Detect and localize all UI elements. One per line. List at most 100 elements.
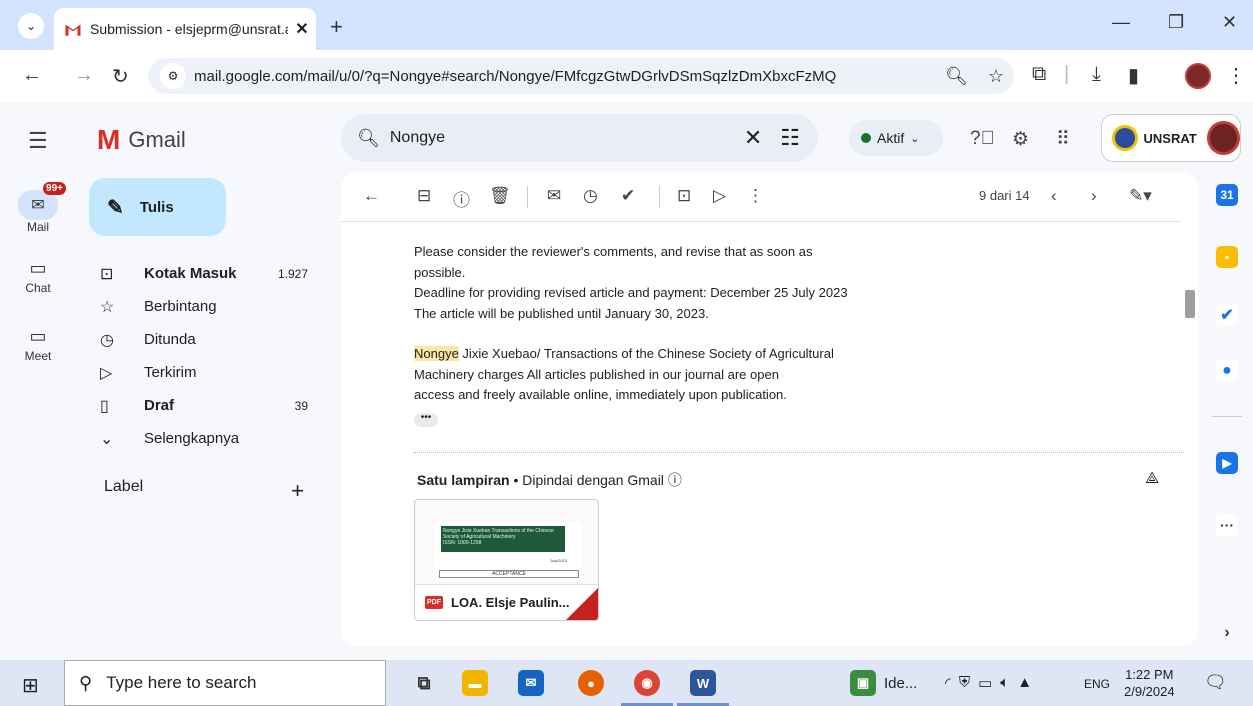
search-bar[interactable]: 🔍︎ Nongye ✕ ☷ bbox=[341, 114, 818, 162]
taskbar-clock[interactable]: 1:22 PM 2/9/2024 bbox=[1124, 666, 1175, 700]
pencil-icon: ✎ bbox=[107, 196, 124, 219]
browser-menu-icon[interactable]: ⋮ bbox=[1226, 63, 1246, 88]
side-panel-icon[interactable]: ▮ bbox=[1128, 63, 1139, 88]
message-scrollbar[interactable] bbox=[1185, 290, 1195, 318]
tasks-icon[interactable]: ✔ bbox=[1216, 304, 1238, 326]
nav-item-starred[interactable]: ☆ Berbintang bbox=[100, 290, 320, 323]
forward-icon[interactable]: → bbox=[74, 64, 94, 87]
body-line: Machinery charges All articles published… bbox=[414, 366, 779, 382]
back-to-list-icon[interactable]: ← bbox=[363, 186, 380, 206]
windows-start-icon[interactable]: ⊞ bbox=[22, 673, 39, 698]
pdf-icon: PDF bbox=[425, 596, 443, 609]
tab-search-button[interactable]: ⌄ bbox=[18, 13, 44, 39]
contacts-icon[interactable]: ● bbox=[1216, 360, 1238, 382]
show-trimmed-content-button[interactable]: ••• bbox=[414, 413, 438, 427]
taskbar-search[interactable]: ⚲ Type here to search bbox=[64, 660, 386, 706]
browser-profile-avatar[interactable] bbox=[1185, 63, 1211, 89]
snooze-icon[interactable]: ◷ bbox=[583, 186, 598, 206]
status-selector[interactable]: Aktif ⌄ bbox=[849, 120, 943, 156]
chevron-down-icon: ⌄ bbox=[100, 430, 114, 448]
body-line: Please consider the reviewer's comments,… bbox=[414, 244, 813, 259]
archive-icon[interactable]: ⊟ bbox=[417, 186, 431, 206]
close-window-icon[interactable]: ✕ bbox=[1222, 12, 1237, 33]
chat-icon: ▭ bbox=[29, 258, 47, 278]
account-avatar[interactable] bbox=[1206, 121, 1240, 155]
tab-close-icon[interactable]: ✕ bbox=[288, 19, 316, 39]
volume-icon[interactable]: 🔈︎ bbox=[1000, 674, 1009, 692]
keep-icon[interactable]: ▪ bbox=[1216, 246, 1238, 268]
add-label-icon[interactable]: + bbox=[291, 478, 304, 504]
firefox-icon[interactable]: ● bbox=[578, 670, 604, 696]
delete-icon[interactable]: 🗑︎ bbox=[489, 186, 511, 206]
browser-tab[interactable]: Submission - elsjeprm@unsrat.a ✕ bbox=[54, 8, 316, 50]
side-panel-divider bbox=[1212, 416, 1242, 417]
help-icon[interactable]: ?⃝ bbox=[970, 128, 995, 150]
label-icon[interactable]: ▷ bbox=[713, 186, 726, 206]
account-chip[interactable]: UNSRAT bbox=[1101, 114, 1241, 162]
newer-icon[interactable]: ‹ bbox=[1051, 186, 1057, 206]
nav-item-label: Berbintang bbox=[144, 298, 217, 315]
ide-app-label[interactable]: Ide... bbox=[884, 675, 917, 692]
body-line: The article will be published until Janu… bbox=[414, 305, 709, 321]
compose-button[interactable]: ✎ Tulis bbox=[89, 178, 226, 236]
language-indicator[interactable]: ENG bbox=[1084, 677, 1110, 691]
info-icon[interactable]: ⓘ bbox=[668, 472, 682, 488]
task-view-icon[interactable]: ⧉ bbox=[411, 670, 437, 696]
search-options-icon[interactable]: ☷ bbox=[780, 125, 800, 151]
word-icon[interactable]: W bbox=[690, 670, 716, 696]
zoom-app-icon[interactable]: ▶ bbox=[1216, 452, 1238, 474]
message-body: Please consider the reviewer's comments,… bbox=[414, 242, 914, 406]
nav-item-sent[interactable]: ▷ Terkirim bbox=[100, 356, 320, 389]
file-explorer-icon[interactable]: ▬ bbox=[462, 670, 488, 696]
move-to-icon[interactable]: ⊡ bbox=[677, 186, 691, 206]
search-icon[interactable]: 🔍︎ bbox=[357, 128, 380, 149]
new-tab-button[interactable]: + bbox=[330, 14, 343, 40]
reload-icon[interactable]: ↻ bbox=[112, 64, 129, 89]
rail-meet[interactable]: ▭ Meet bbox=[10, 326, 66, 363]
nav-item-inbox[interactable]: ⊡ Kotak Masuk 1.927 bbox=[100, 257, 320, 290]
rail-mail[interactable]: ✉ 99+ Mail bbox=[10, 182, 66, 234]
chrome-icon[interactable]: ◉ bbox=[634, 670, 660, 696]
nav-item-label: Terkirim bbox=[144, 364, 197, 381]
battery-icon[interactable]: ▭ bbox=[978, 674, 992, 692]
nav-item-drafts[interactable]: ▯ Draf 39 bbox=[100, 389, 320, 422]
url-text[interactable]: mail.google.com/mail/u/0/?q=Nongye#searc… bbox=[194, 68, 935, 85]
bookmark-star-icon[interactable]: ☆ bbox=[988, 66, 1004, 87]
add-task-icon[interactable]: ✔ bbox=[621, 186, 635, 206]
apps-grid-icon[interactable]: ⠿ bbox=[1056, 128, 1070, 151]
site-info-icon[interactable]: ⚙ bbox=[160, 63, 186, 89]
zoom-icon[interactable]: 🔍︎ bbox=[945, 66, 968, 87]
rail-chat[interactable]: ▭ Chat bbox=[10, 258, 66, 295]
more-actions-icon[interactable]: ⋮ bbox=[747, 186, 764, 206]
restore-icon[interactable]: ❐ bbox=[1168, 12, 1184, 33]
back-icon[interactable]: ← bbox=[22, 64, 42, 87]
rail-chat-label: Chat bbox=[25, 281, 51, 295]
mark-unread-icon[interactable]: ✉ bbox=[547, 186, 561, 206]
nav-item-snoozed[interactable]: ◷ Ditunda bbox=[100, 323, 320, 356]
security-icon[interactable]: ⛨ bbox=[959, 674, 970, 692]
downloads-icon[interactable]: ⤓ bbox=[1092, 63, 1101, 86]
input-tools-icon[interactable]: ✎▾ bbox=[1129, 186, 1152, 206]
main-menu-icon[interactable]: ☰ bbox=[28, 128, 48, 154]
attachment-card[interactable]: Nongye Jixie Xuebao Transactions of the … bbox=[414, 499, 599, 621]
show-side-panel-icon[interactable]: › bbox=[1216, 622, 1238, 644]
extensions-icon[interactable]: ⧉ bbox=[1032, 63, 1046, 86]
report-spam-icon[interactable]: ⓘ bbox=[453, 186, 470, 211]
clear-search-icon[interactable]: ✕ bbox=[744, 125, 762, 151]
drive-sync-icon[interactable]: ▲ bbox=[1017, 674, 1032, 692]
older-icon[interactable]: › bbox=[1091, 186, 1097, 206]
search-input[interactable]: Nongye bbox=[390, 129, 744, 147]
settings-icon[interactable]: ⚙ bbox=[1012, 128, 1029, 151]
notifications-icon[interactable]: 🗨︎ bbox=[1204, 672, 1227, 693]
gmail-logo[interactable]: M Gmail bbox=[97, 124, 186, 156]
add-to-drive-icon[interactable]: ⟁ bbox=[1145, 470, 1159, 488]
labels-section: Label + bbox=[104, 478, 304, 504]
minimize-icon[interactable]: — bbox=[1112, 12, 1130, 33]
more-addons-icon[interactable]: ··· bbox=[1216, 514, 1238, 536]
calendar-icon[interactable]: 31 bbox=[1216, 184, 1238, 206]
nav-item-more[interactable]: ⌄ Selengkapnya bbox=[100, 422, 320, 455]
ide-app-icon[interactable]: ▣ bbox=[850, 670, 876, 696]
mail-app-icon[interactable]: ✉ bbox=[518, 670, 544, 696]
network-icon[interactable]: ◜ bbox=[945, 674, 951, 692]
omnibox[interactable]: ⚙ mail.google.com/mail/u/0/?q=Nongye#sea… bbox=[148, 58, 1014, 94]
